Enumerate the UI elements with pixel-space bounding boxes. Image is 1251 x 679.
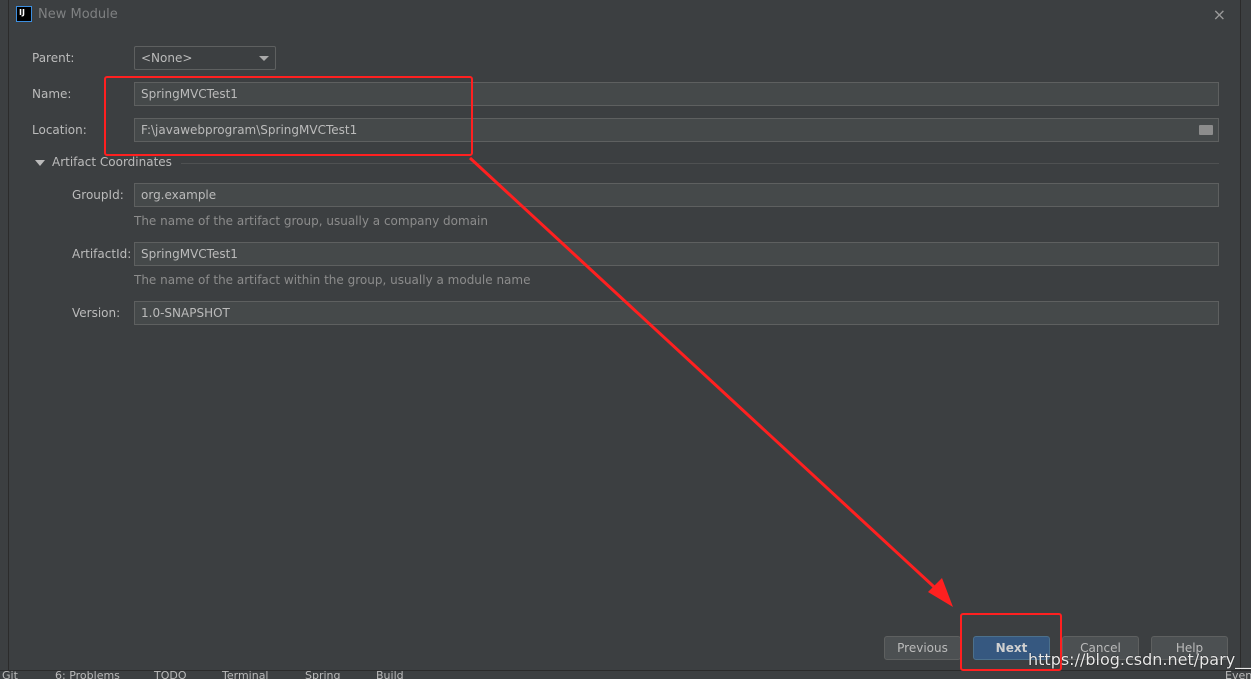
- watermark: https://blog.csdn.net/pary__for: [1028, 650, 1251, 669]
- annotation-arrow: [468, 156, 953, 607]
- arrow-head: [928, 578, 953, 607]
- arrow-line: [468, 156, 947, 599]
